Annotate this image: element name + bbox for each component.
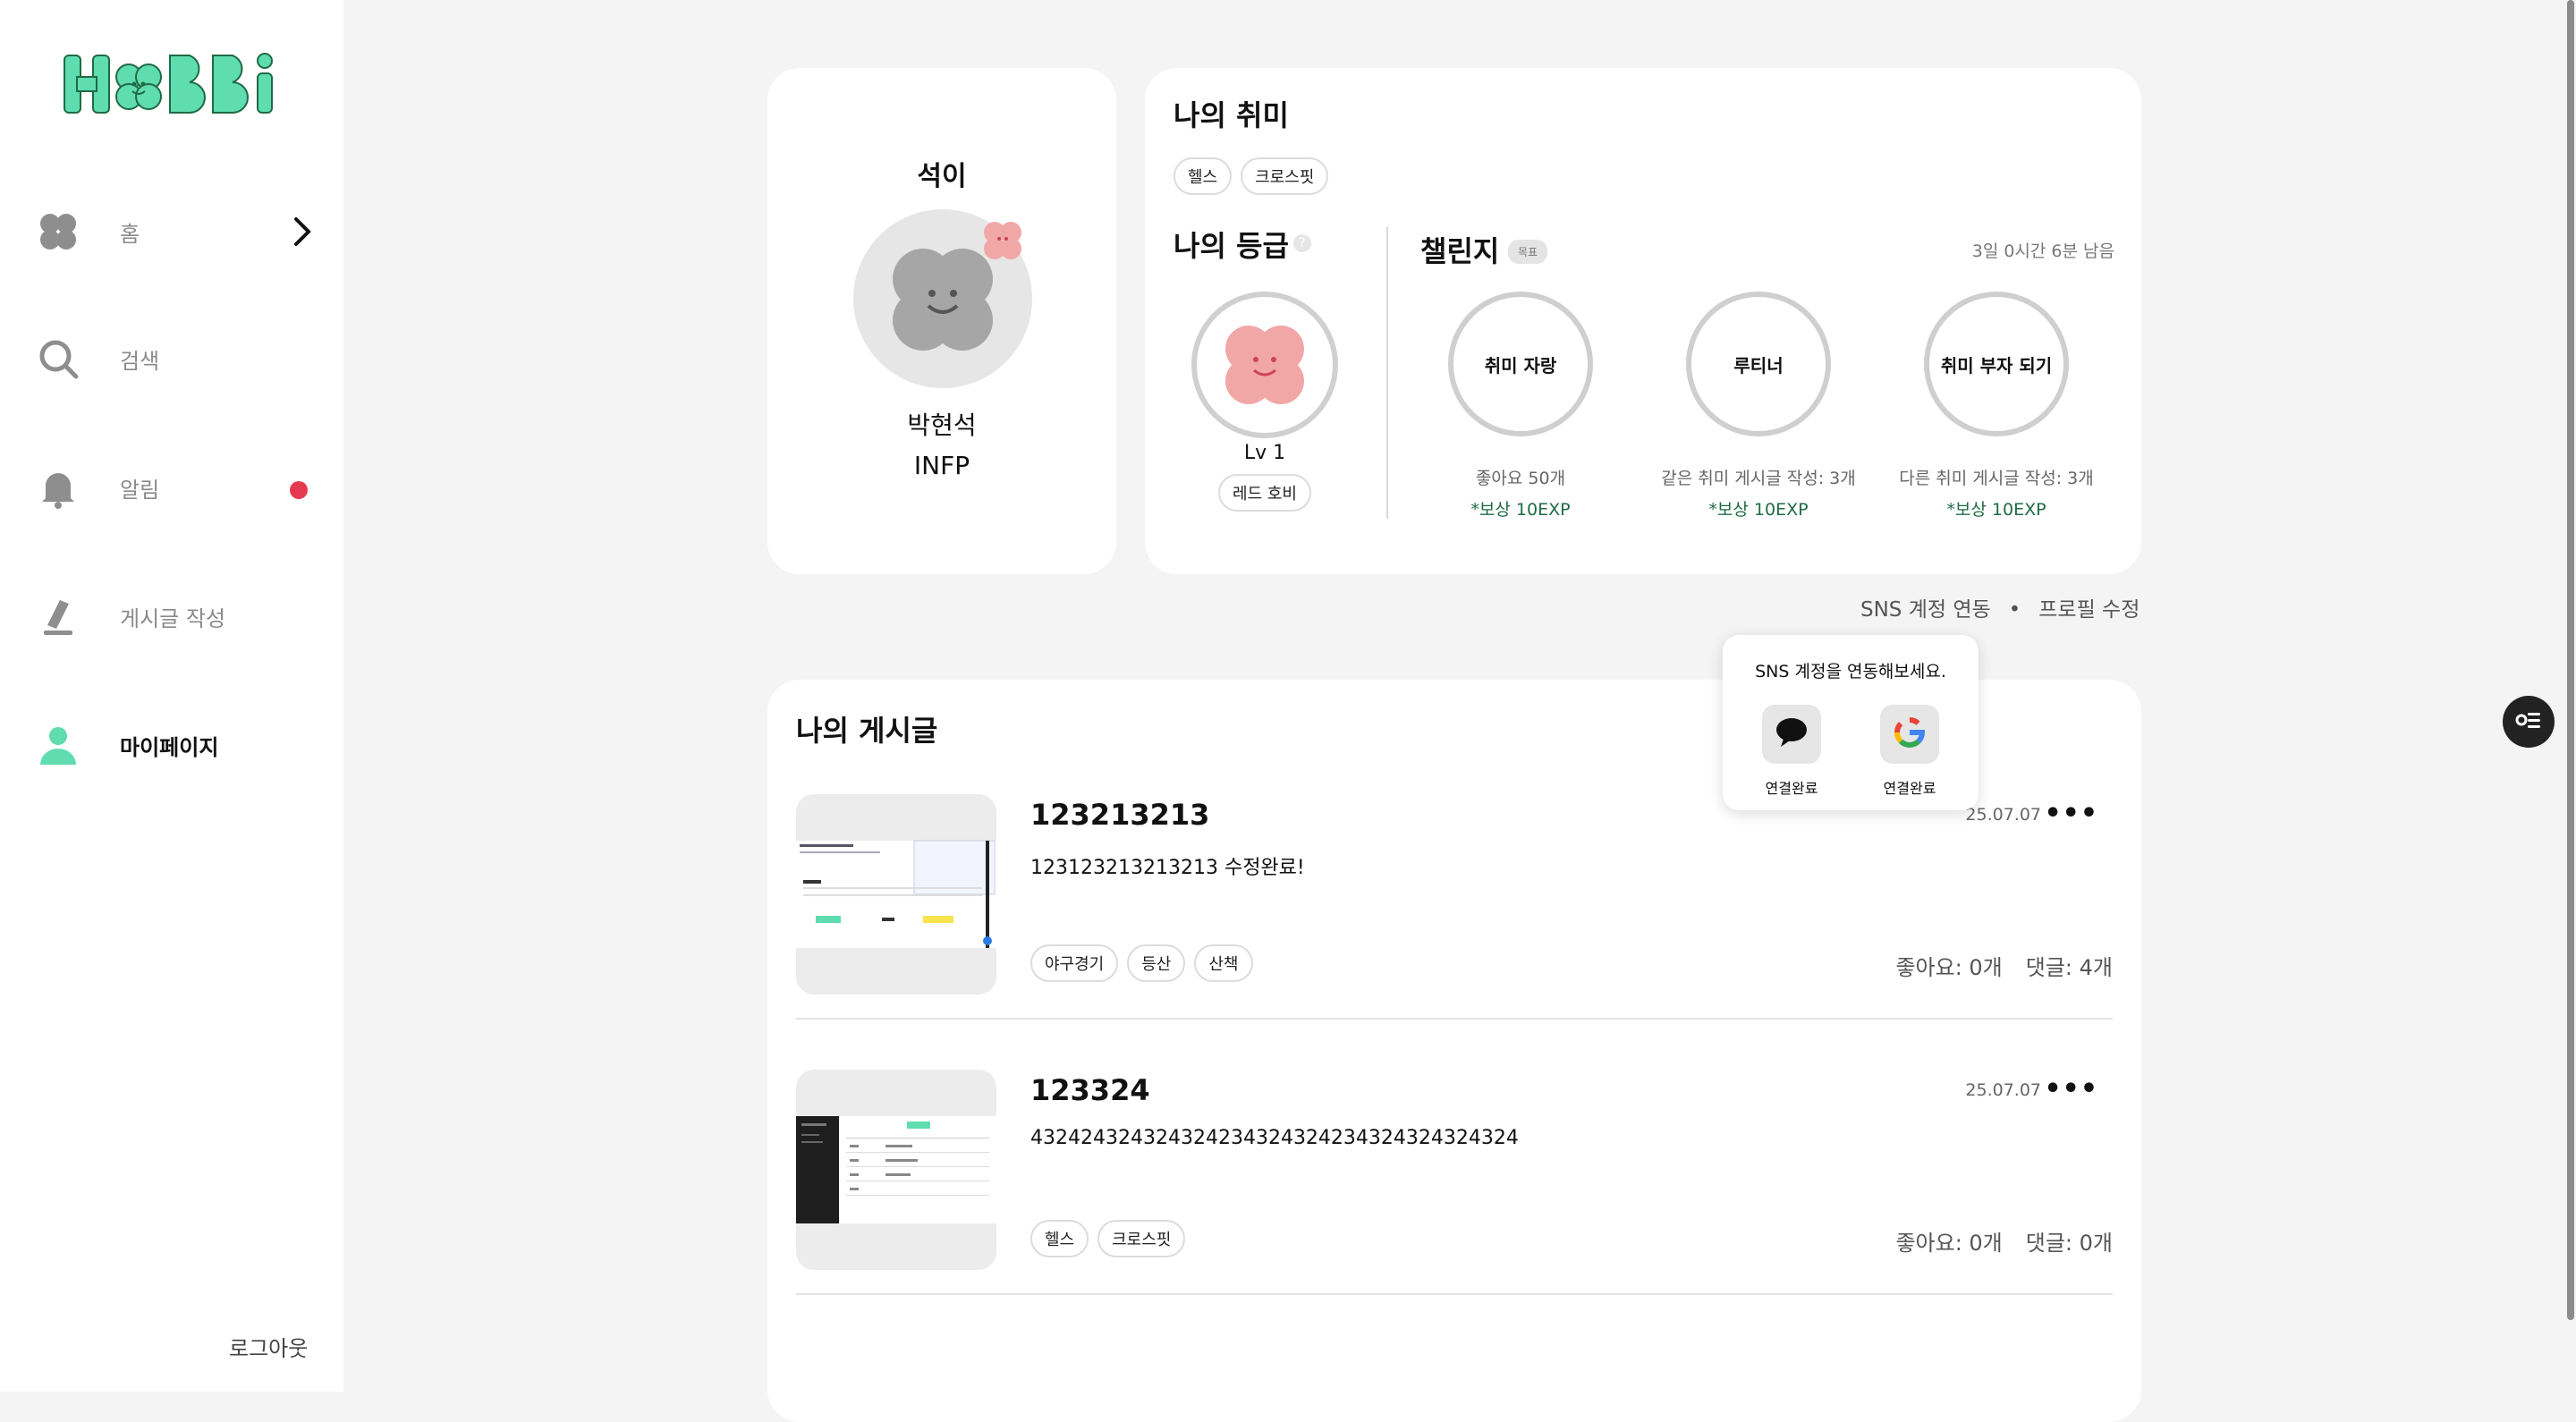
challenge-reward: *보상 10EXP (1708, 500, 1809, 520)
hobby-tag: 헬스 (1174, 157, 1233, 195)
sidebar-item-home[interactable]: 홈 (36, 200, 313, 263)
post-body: 123123213213213 수정완료! (1030, 857, 1305, 879)
challenge-time-left: 3일 0시간 6분 남음 (1971, 241, 2114, 261)
challenge-item: 취미 자랑 좋아요 50개 *보상 10EXP (1413, 292, 1628, 521)
more-options-icon[interactable]: ••• (2044, 1073, 2098, 1105)
hobby-card: 나의 취미 헬스 크로스핏 나의 등급 ? Lv 1 레드 호비 챌린지 목표 3… (1145, 68, 2141, 574)
post-stats: 좋아요: 0개 댓글: 0개 (1895, 1225, 2113, 1257)
profile-card: 석이 박현석 INFP (767, 68, 1116, 574)
nickname: 석이 (917, 161, 967, 192)
challenge-condition: 좋아요 50개 (1475, 469, 1566, 488)
post-likes: 좋아요: 0개 (1895, 955, 2003, 980)
post-item[interactable]: 123213213 123123213213213 수정완료! 25.07.07… (796, 794, 2113, 1020)
separator: • (2008, 598, 2021, 622)
real-name: 박현석 (907, 411, 977, 440)
divider (796, 1018, 2113, 1020)
kakao-status: 연결완료 (1765, 780, 1818, 797)
post-tag: 야구경기 (1030, 944, 1119, 982)
divider (1386, 227, 1388, 519)
google-icon (1894, 716, 1926, 752)
more-options-icon[interactable]: ••• (2044, 798, 2098, 829)
toggle-list-icon (2515, 710, 2542, 733)
sns-popup-title: SNS 계정을 연동해보세요. (1755, 662, 1946, 681)
grade-name: 레드 호비 (1218, 474, 1311, 512)
grade-title: 나의 등급 (1174, 229, 1289, 263)
post-title[interactable]: 123324 (1030, 1073, 1150, 1107)
notification-dot (290, 481, 308, 499)
challenge-item: 취미 부자 되기 다른 취미 게시글 작성: 3개 *보상 10EXP (1889, 292, 2104, 521)
sidebar-item-label: 게시글 작성 (120, 605, 226, 631)
post-thumbnail (796, 1070, 996, 1270)
post-stats: 좋아요: 0개 댓글: 4개 (1895, 950, 2113, 981)
clover-icon (36, 209, 80, 254)
post-likes: 좋아요: 0개 (1895, 1231, 2003, 1256)
sidebar-item-label: 검색 (120, 348, 160, 374)
post-tags: 헬스 크로스핏 (1030, 1220, 1194, 1257)
google-connect-button[interactable] (1880, 705, 1939, 764)
challenge-name: 취미 부자 되기 (1924, 292, 2069, 436)
challenge-name: 루티너 (1686, 292, 1831, 436)
post-thumbnail (796, 794, 996, 995)
sidebar-item-label: 홈 (120, 221, 140, 247)
scrollbar-thumb[interactable] (2567, 0, 2574, 1320)
sidebar-item-label: 마이페이지 (120, 734, 219, 760)
speech-bubble-icon (1775, 717, 1809, 751)
post-item[interactable]: 123324 432424324324324234324324234324324… (796, 1070, 2113, 1295)
post-tag: 헬스 (1030, 1220, 1089, 1257)
post-tag: 크로스핏 (1097, 1220, 1186, 1257)
floating-menu-button[interactable] (2503, 696, 2555, 748)
post-body: 432424324324324234324324234324324324324 (1030, 1127, 1519, 1149)
post-tags: 야구경기 등산 산책 (1030, 944, 1262, 982)
sns-link-button[interactable]: SNS 계정 연동 (1860, 598, 1991, 622)
grade-level: Lv 1 (1243, 442, 1286, 464)
hobby-title: 나의 취미 (1174, 98, 1289, 132)
profile-links: SNS 계정 연동 • 프로필 수정 (1860, 592, 2140, 622)
kakao-connect-button[interactable] (1762, 705, 1821, 764)
post-tag: 등산 (1127, 944, 1186, 982)
post-tag: 산책 (1194, 944, 1253, 982)
sidebar: 홈 검색 알림 게시글 작성 마이페이지 로그아웃 (0, 0, 343, 1392)
search-icon (36, 336, 80, 381)
sidebar-item-label: 알림 (120, 477, 160, 503)
challenge-title: 챌린지 (1420, 234, 1500, 268)
hobbi-logo[interactable] (61, 47, 281, 122)
mbti: INFP (913, 451, 970, 480)
sidebar-item-alarm[interactable]: 알림 (36, 456, 313, 519)
google-status: 연결완료 (1883, 780, 1936, 797)
challenge-name: 취미 자랑 (1448, 292, 1593, 436)
post-date: 25.07.07 (1965, 1080, 2041, 1100)
challenge-reward: *보상 10EXP (1946, 500, 2046, 520)
post-title[interactable]: 123213213 (1030, 798, 1209, 832)
sidebar-item-mypage[interactable]: 마이페이지 (36, 714, 313, 776)
post-date: 25.07.07 (1965, 805, 2041, 825)
divider (796, 1293, 2113, 1295)
pencil-icon (36, 594, 80, 639)
logout-button[interactable]: 로그아웃 (229, 1331, 308, 1362)
post-comments: 댓글: 0개 (2025, 1231, 2113, 1256)
help-icon[interactable]: ? (1293, 234, 1311, 252)
edit-profile-button[interactable]: 프로필 수정 (2038, 598, 2140, 622)
chevron-right-icon (292, 216, 313, 250)
hobby-tags: 헬스 크로스핏 (1174, 157, 1337, 195)
sns-popup: SNS 계정을 연동해보세요. 연결완료 연결완료 (1723, 635, 1979, 810)
flower-badge-icon (977, 215, 1029, 270)
sidebar-item-search[interactable]: 검색 (36, 327, 313, 390)
grade-emblem (1191, 292, 1338, 438)
challenge-condition: 같은 취미 게시글 작성: 3개 (1661, 469, 1856, 488)
sidebar-item-write[interactable]: 게시글 작성 (36, 585, 313, 648)
bell-icon (36, 465, 80, 510)
user-icon (36, 723, 80, 767)
challenge-reward: *보상 10EXP (1470, 500, 1571, 520)
challenge-item: 루티너 같은 취미 게시글 작성: 3개 *보상 10EXP (1651, 292, 1866, 521)
posts-title: 나의 게시글 (796, 714, 938, 748)
challenge-condition: 다른 취미 게시글 작성: 3개 (1899, 469, 2094, 488)
hobby-tag: 크로스핏 (1241, 157, 1329, 195)
challenge-badge: 목표 (1508, 240, 1548, 264)
post-comments: 댓글: 4개 (2025, 955, 2113, 980)
